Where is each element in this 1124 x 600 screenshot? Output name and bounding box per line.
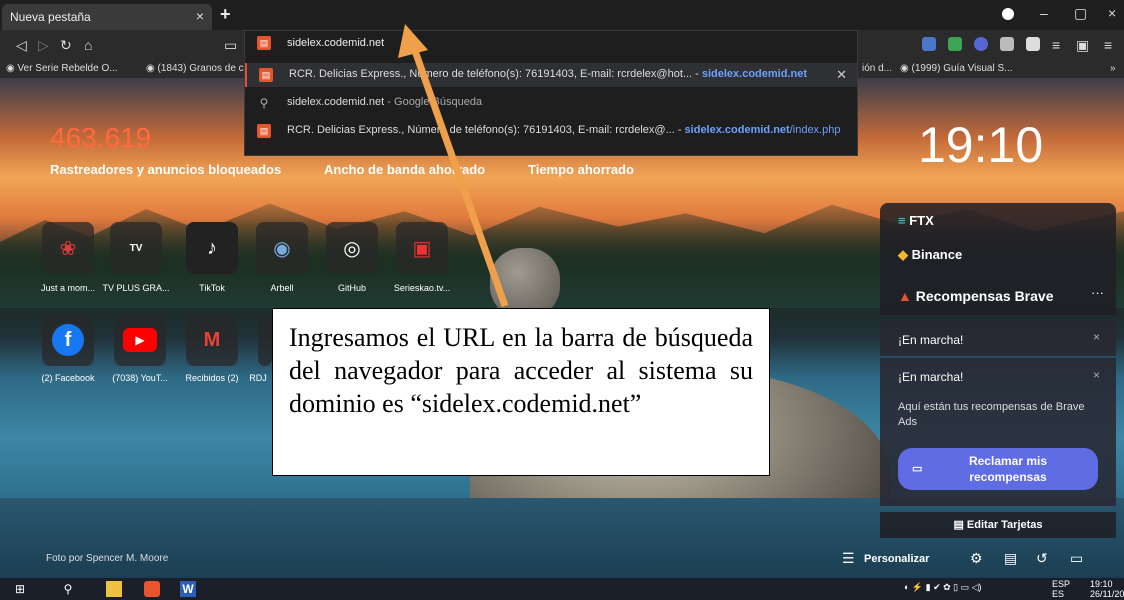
tile-label: GitHub [337, 283, 366, 293]
tile-label: Just a mom... [40, 283, 95, 293]
extension-icon[interactable] [974, 37, 988, 51]
search-icon: ⚲ [259, 96, 269, 110]
file-explorer-icon[interactable] [106, 581, 122, 597]
video-call-icon[interactable]: ▭ [1070, 550, 1083, 567]
window-close-button[interactable]: × [1108, 5, 1116, 21]
home-icon[interactable]: ⌂ [84, 37, 92, 53]
suggestion-row[interactable]: ⚲ sidelex.codemid.net - Google Búsqueda [245, 91, 857, 115]
github-icon[interactable]: ◎ [326, 222, 378, 274]
bookmarks-overflow[interactable]: » [1110, 63, 1116, 74]
edit-cards-button[interactable]: ▤ Editar Tarjetas [880, 512, 1116, 538]
rewards-notice: ¡En marcha! × [880, 320, 1116, 356]
tile-label: TikTok [199, 283, 225, 293]
tab-title: Nueva pestaña [10, 10, 91, 24]
search-icon[interactable]: ⚲ [60, 581, 76, 597]
bookmark-item[interactable]: ión d... [862, 63, 892, 74]
tile-label: (2) Facebook [41, 373, 95, 383]
address-input[interactable]: sidelex.codemid.net [287, 37, 384, 49]
bookmark-icon[interactable]: ▭ [224, 37, 237, 54]
bookmark-item[interactable]: ◉ (1843) Granos de c [146, 63, 244, 74]
trackers-blocked-label: Rastreadores y anuncios bloqueados [50, 162, 282, 177]
profile-icon[interactable] [1002, 8, 1014, 20]
ftx-widget[interactable]: ≡ FTX [898, 213, 934, 228]
address-bar[interactable]: ▤ sidelex.codemid.net [245, 31, 857, 59]
wallet-icon[interactable]: ▣ [1076, 37, 1089, 54]
tab-bar: Nueva pestaña × + – ▢ × [0, 0, 1124, 30]
reload-icon[interactable]: ↻ [60, 37, 72, 54]
crypto-widget: ≡ FTX ◆ Binance [880, 203, 1116, 275]
customize-icon[interactable]: ☰ [842, 550, 855, 567]
bookmarks-icon[interactable]: ▤ [1004, 550, 1017, 567]
new-tab-button[interactable]: + [220, 4, 231, 25]
claim-rewards-button[interactable]: ▭ Reclamar mis recompensas [898, 448, 1098, 490]
ftx-icon: ≡ [898, 213, 906, 228]
close-icon[interactable]: × [1093, 368, 1100, 382]
site-favicon-icon: ▤ [259, 68, 273, 82]
rewards-title[interactable]: ▲ Recompensas Brave [898, 288, 1054, 304]
bat-icon: ▲ [898, 288, 912, 304]
top-site-tile[interactable]: TV [110, 222, 162, 274]
annotation-callout: Ingresamos el URL en la barra de búsqued… [272, 308, 770, 476]
history-icon[interactable]: ↺ [1036, 550, 1048, 567]
binance-icon: ◆ [898, 247, 908, 262]
input-language[interactable]: ESP ES [1052, 579, 1070, 599]
extension-icon[interactable] [948, 37, 962, 51]
trackers-blocked-count: 463.619 [50, 122, 152, 153]
more-options-icon[interactable]: ··· [1091, 285, 1104, 300]
tile-label: Recibidos (2) [185, 373, 239, 383]
menu-icon[interactable]: ≡ [1104, 37, 1112, 53]
tray-icons[interactable]: ◐ ⚡ ▮ ✔ ✿ ▯ ▭ ◁) [904, 582, 982, 593]
time-saved-label: Tiempo ahorrado [528, 162, 634, 177]
brave-icon[interactable] [144, 581, 160, 597]
back-icon[interactable]: ◁ [16, 37, 27, 54]
facebook-icon[interactable]: f [42, 314, 94, 366]
word-icon[interactable]: W [180, 581, 196, 597]
site-favicon-icon: ▤ [257, 124, 271, 138]
top-site-tile[interactable]: ◉ [256, 222, 308, 274]
suggestion-row[interactable]: ▤ RCR. Delicias Express., Número de telé… [245, 119, 857, 143]
clock: 19:10 [918, 117, 1044, 173]
rewards-widget: ▲ Recompensas Brave ··· [880, 275, 1116, 315]
background-water [0, 498, 1124, 578]
top-site-tile[interactable]: ▣ [396, 222, 448, 274]
suggestion-row[interactable]: ▤ RCR. Delicias Express., Número de telé… [245, 63, 857, 87]
tab-new-tab[interactable]: Nueva pestaña × [2, 4, 212, 30]
bookmark-item[interactable]: ◉ (1999) Guía Visual S... [900, 63, 1013, 74]
tiktok-icon[interactable]: ♪ [186, 222, 238, 274]
site-favicon-icon: ▤ [257, 36, 271, 50]
top-site-tile[interactable] [258, 314, 272, 366]
settings-icon[interactable]: ⚙ [970, 550, 983, 567]
windows-taskbar: ⊞ ⚲ W ◐ ⚡ ▮ ✔ ✿ ▯ ▭ ◁) ESP ES 19:10 26/11/… [0, 578, 1124, 600]
binance-widget[interactable]: ◆ Binance [898, 247, 962, 263]
notice-body: Aquí están tus recompensas de Brave Ads [898, 401, 1085, 428]
extension-icon[interactable] [1000, 37, 1014, 51]
extension-icon[interactable] [922, 37, 936, 51]
system-clock[interactable]: 19:10 26/11/20 [1090, 579, 1124, 599]
close-icon[interactable]: × [1093, 330, 1100, 344]
wallet-icon: ▭ [912, 463, 923, 475]
tile-label: Serieskao.tv... [393, 283, 451, 293]
minimize-button[interactable]: – [1040, 5, 1048, 21]
photo-credit: Foto por Spencer M. Moore [46, 553, 169, 564]
playlist-icon[interactable]: ≡ [1052, 37, 1060, 53]
tile-label: TV PLUS GRA... [102, 283, 170, 293]
maximize-button[interactable]: ▢ [1074, 5, 1087, 22]
customize-button[interactable]: Personalizar [864, 553, 929, 565]
extensions-puzzle-icon[interactable] [1026, 37, 1040, 51]
tile-label: RDJ [249, 373, 267, 383]
cards-icon: ▤ [953, 519, 964, 531]
address-bar-dropdown: ▤ sidelex.codemid.net ▤ RCR. Delicias Ex… [244, 30, 858, 156]
top-site-tile[interactable]: ❀ [42, 222, 94, 274]
remove-suggestion-icon[interactable]: ✕ [836, 67, 847, 83]
bookmark-item[interactable]: ◉ Ver Serie Rebelde O... [6, 63, 118, 74]
forward-icon[interactable]: ▷ [38, 37, 49, 54]
start-icon[interactable]: ⊞ [12, 581, 28, 597]
youtube-icon[interactable]: ▶ [114, 314, 166, 366]
tile-label: Arbell [270, 283, 294, 293]
gmail-icon[interactable]: M [186, 314, 238, 366]
close-icon[interactable]: × [196, 8, 204, 24]
tile-label: (7038) YouT... [112, 373, 168, 383]
bandwidth-saved-label: Ancho de banda ahorrado [324, 162, 486, 177]
